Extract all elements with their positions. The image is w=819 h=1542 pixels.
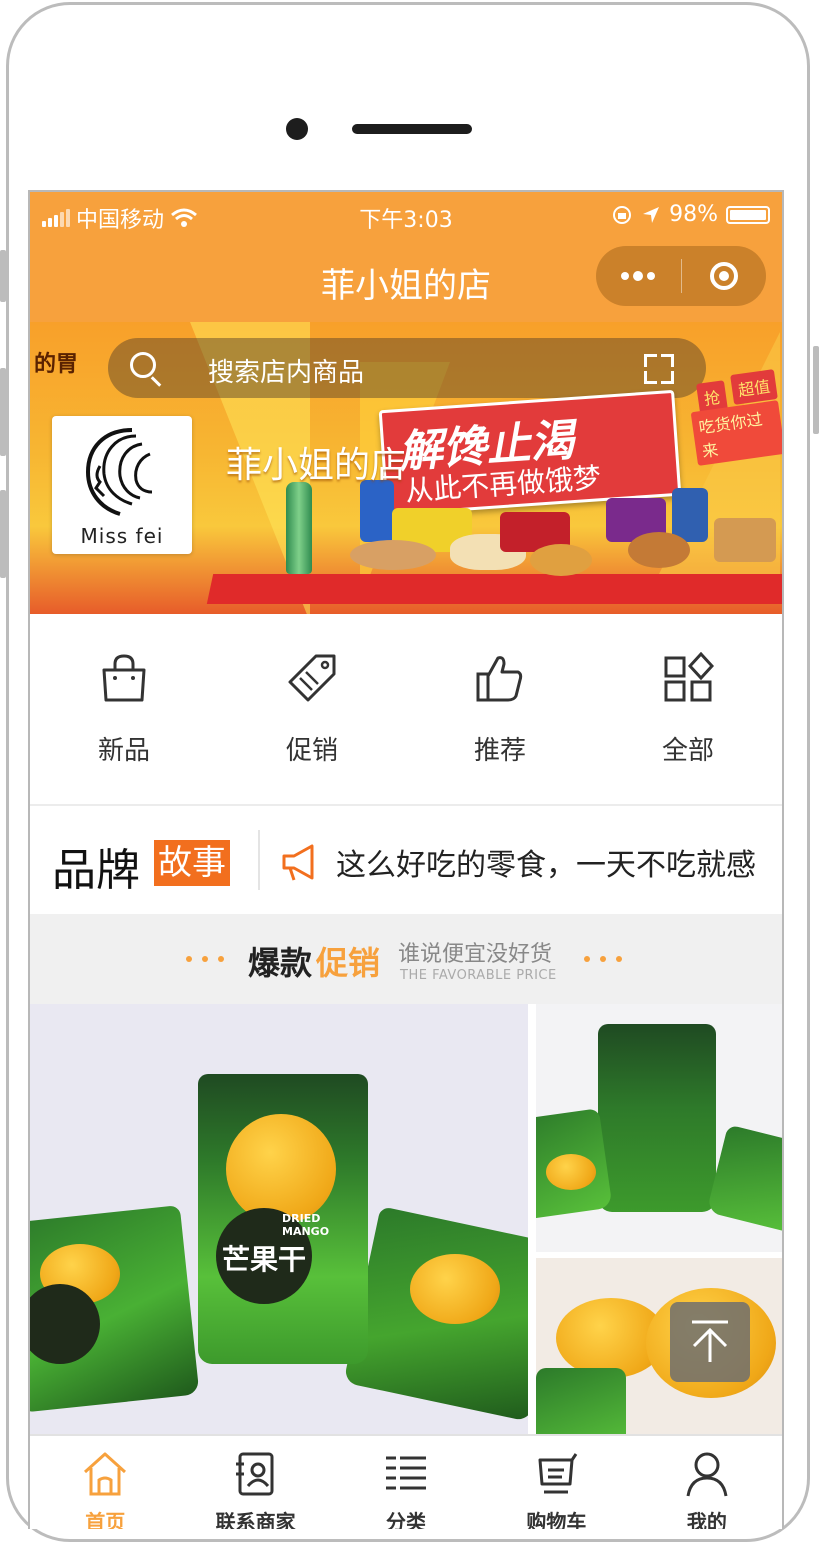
snack-plate — [350, 540, 436, 570]
mango-image — [410, 1254, 500, 1324]
location-arrow-icon — [643, 206, 660, 223]
mango-image — [226, 1114, 336, 1224]
brand-title: 品牌 — [52, 845, 140, 896]
shopping-bag-icon — [102, 654, 146, 702]
arrow-up-icon — [692, 1320, 728, 1362]
orientation-lock-icon — [613, 205, 632, 224]
section-subtitle: 谁说便宜没好货 — [398, 942, 553, 967]
price-tag-icon — [288, 654, 336, 702]
quick-nav-new[interactable]: 新品 — [30, 614, 218, 804]
store-logo: Miss fei — [52, 416, 192, 554]
tab-label: 分类 — [386, 1510, 427, 1529]
front-camera — [286, 118, 308, 140]
story-badge: 故事 — [154, 840, 230, 886]
status-bar: 中国移动 下午3:03 98% — [30, 192, 782, 238]
megaphone-icon — [282, 844, 314, 881]
target-icon — [709, 262, 738, 290]
quick-nav-label: 全部 — [661, 736, 714, 766]
tab-label: 首页 — [85, 1510, 126, 1529]
thumbs-up-icon — [476, 656, 523, 702]
earpiece-speaker — [352, 124, 472, 134]
tab-bar: 首页 联系商家 分类 购物车 我的 — [30, 1434, 782, 1529]
banner-shop-name: 菲小姐的店 — [226, 445, 407, 486]
category-list-icon — [386, 1456, 427, 1490]
scan-icon[interactable] — [644, 354, 674, 384]
phone-mute-switch — [0, 250, 6, 302]
nav-bar: 菲小姐的店 — [30, 238, 782, 322]
section-title-a: 爆款 — [248, 944, 313, 982]
home-icon — [84, 1452, 127, 1496]
tab-label: 联系商家 — [215, 1510, 296, 1529]
snack-plate — [530, 544, 592, 576]
phone-volume-up — [0, 368, 6, 456]
tag-value: 超值 — [730, 369, 778, 405]
battery-percent: 98% — [669, 202, 718, 227]
quick-nav-recommend[interactable]: 推荐 — [406, 614, 594, 804]
display-stage — [206, 574, 782, 604]
product-card-small-1[interactable] — [536, 1004, 782, 1252]
miniprogram-capsule — [596, 246, 766, 306]
snack-box — [672, 488, 708, 542]
product-card-main[interactable]: 芒果干 DRIED MANGO — [30, 1004, 528, 1434]
product-label-en: DRIED MANGO — [282, 1212, 330, 1238]
battery-icon — [726, 205, 770, 224]
brand-notice-bar[interactable]: 品牌 故事 这么好吃的零食，一天不吃就感 — [30, 806, 782, 914]
tab-mine[interactable]: 我的 — [632, 1436, 782, 1529]
logo-text: Miss fei — [80, 524, 164, 548]
tab-category[interactable]: 分类 — [331, 1436, 481, 1529]
quick-nav-label: 促销 — [285, 736, 338, 766]
cart-icon — [538, 1453, 578, 1494]
product-bag — [598, 1024, 716, 1212]
search-bar[interactable]: 搜索店内商品 — [108, 338, 706, 398]
quick-nav: 新品 促销 推荐 全部 — [30, 614, 782, 806]
tab-label: 我的 — [686, 1510, 727, 1529]
tab-label: 购物车 — [526, 1510, 587, 1529]
snack-plate — [628, 532, 690, 568]
tab-cart[interactable]: 购物车 — [481, 1436, 631, 1529]
tab-home[interactable]: 首页 — [30, 1436, 180, 1529]
product-bag — [706, 1124, 782, 1234]
contact-card-icon — [235, 1452, 274, 1496]
screen: 中国移动 下午3:03 98% 菲小姐的店 的胃 搜索店内商品 抢 超值 吃货你… — [28, 190, 784, 1529]
user-icon — [686, 1452, 728, 1497]
grid-icon — [664, 652, 714, 702]
woman-profile-logo — [85, 428, 153, 516]
tag-eat: 吃货你过来 — [690, 400, 782, 466]
snack-box — [714, 518, 776, 562]
search-icon — [130, 352, 156, 378]
search-placeholder: 搜索店内商品 — [208, 358, 365, 388]
store-banner[interactable]: 的胃 搜索店内商品 抢 超值 吃货你过来 解馋止渴 从此不再做饿梦 Miss f… — [30, 322, 782, 614]
quick-nav-all[interactable]: 全部 — [594, 614, 782, 804]
quick-nav-label: 推荐 — [473, 736, 526, 766]
section-subtitle-en: THE FAVORABLE PRICE — [400, 968, 557, 983]
section-header-hot-promo: 爆款 促销 谁说便宜没好货 THE FAVORABLE PRICE — [30, 914, 782, 1004]
snack-bottle — [286, 482, 312, 574]
mango-image — [546, 1154, 596, 1190]
product-bag — [536, 1368, 626, 1434]
more-dots-icon — [621, 270, 656, 281]
tab-contact[interactable]: 联系商家 — [180, 1436, 330, 1529]
quick-nav-promo[interactable]: 促销 — [218, 614, 406, 804]
close-miniprogram-button[interactable] — [682, 246, 767, 306]
banner-corner-text: 的胃 — [34, 352, 79, 377]
back-to-top-button[interactable] — [670, 1302, 750, 1382]
snack-box — [360, 480, 394, 542]
more-menu-button[interactable] — [596, 246, 681, 306]
notice-text: 这么好吃的零食，一天不吃就感 — [336, 848, 756, 883]
phone-volume-down — [0, 490, 6, 578]
section-title-b: 促销 — [316, 944, 381, 982]
quick-nav-label: 新品 — [97, 736, 150, 766]
phone-power-button — [813, 346, 819, 434]
